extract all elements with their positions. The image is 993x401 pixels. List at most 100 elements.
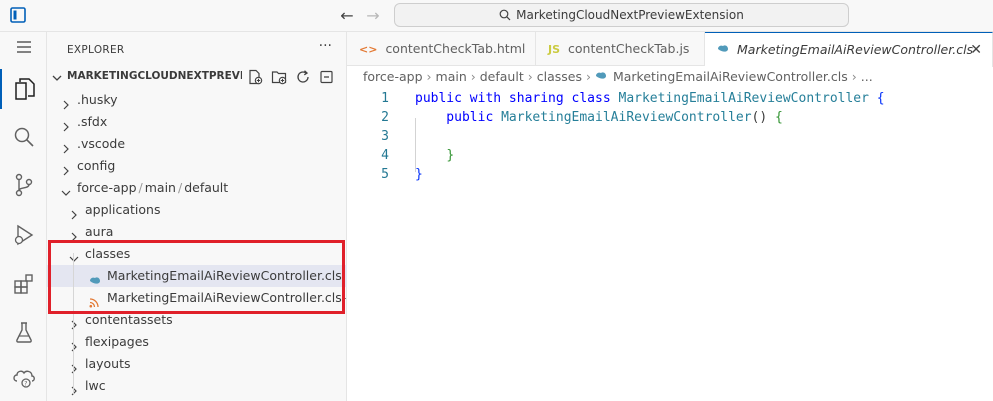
source-control-icon[interactable] [0,165,47,205]
tab-label: MarketingEmailAiReviewController.cls [737,42,974,57]
tree-folder-force-app-main-default[interactable]: force-app / main / default [47,177,347,199]
command-center-search[interactable]: MarketingCloudNextPreviewExtension [394,3,849,27]
activity-bar: ? [0,32,47,401]
chevron-down-icon [61,183,71,196]
svg-text:?: ? [24,381,27,388]
apex-file-icon [717,34,729,68]
chevron-right-icon [69,359,79,374]
salesforce-org-icon[interactable]: ? [0,358,47,398]
indent-guide [415,118,416,172]
code-token: } [446,148,455,163]
tree-folder-sfdx[interactable]: .sfdx [47,111,347,133]
chevron-right-icon [69,337,79,352]
code-token: () [751,110,776,125]
tree-item-label: .vscode [77,136,126,151]
tab-contentchecktab-html[interactable]: <> contentCheckTab.html [347,32,536,66]
tab-contentchecktab-js[interactable]: JS contentCheckTab.js [536,32,705,66]
search-icon [499,9,511,21]
breadcrumb-item[interactable]: ... [861,69,873,84]
close-icon[interactable]: ✕ [970,33,982,67]
tree-folder-flexipages[interactable]: flexipages [47,331,347,353]
breadcrumb-item[interactable]: main [436,69,467,84]
tree-item-label: config [77,158,116,173]
code-token: } [415,167,423,182]
menu-icon[interactable] [0,29,47,65]
extensions-icon[interactable] [0,264,47,304]
code-line[interactable]: } [415,167,423,182]
code-line[interactable]: } [415,148,454,163]
chevron-right-icon [61,139,71,154]
chevron-down-icon [51,69,63,88]
code-editor[interactable]: 1 public with sharing class MarketingEmai… [347,90,993,401]
new-file-icon[interactable] [247,69,263,85]
forward-arrow-icon[interactable]: → [362,5,384,27]
line-number: 4 [381,148,389,163]
editor-tabs: <> contentCheckTab.html JS contentCheckTab.… [347,32,993,67]
collapse-all-icon[interactable] [319,69,335,85]
tree-folder-husky[interactable]: .husky [47,89,347,111]
tab-label: contentCheckTab.js [568,41,690,56]
chevron-right-icon [61,117,71,132]
html-file-icon: <> [359,43,378,56]
tab-marketingemailaireviewcontroller-cls[interactable]: MarketingEmailAiReviewController.cls ✕ [705,32,993,67]
breadcrumb: force-app › main › default › classes › Marketing… [347,66,993,88]
code-token: { [876,91,885,106]
tree-folder-layouts[interactable]: layouts [47,353,347,375]
tree-item-label: applications [85,202,161,217]
tree-item-label: force-app / main / default [77,180,229,195]
chevron-right-icon [61,95,71,110]
breadcrumb-item[interactable]: classes [537,69,582,84]
chevron-right-icon [69,227,79,242]
apex-file-icon [595,69,607,84]
line-number: 3 [381,129,389,144]
chevron-right-icon: › [426,69,432,84]
js-file-icon: JS [548,43,561,56]
chevron-right-icon [69,381,79,396]
sidebar-title: EXPLORER [67,44,125,56]
new-folder-icon[interactable] [271,69,287,85]
tree-item-label: lwc [85,378,106,393]
code-token: MarketingEmailAiReviewController [501,110,752,125]
breadcrumb-item[interactable]: default [480,69,524,84]
annotation-highlight-box [48,240,345,314]
code-token: { [775,110,783,125]
explorer-sidebar: EXPLORER ··· MARKETINGCLOUDNEXTPREVI... … [47,32,347,401]
title-bar: ← → MarketingCloudNextPreviewExtension [0,0,993,32]
chevron-right-icon: › [585,69,591,84]
breadcrumb-item[interactable]: force-app [363,69,423,84]
chevron-right-icon [69,205,79,220]
vscode-logo-icon [10,7,26,23]
workspace-section-header[interactable]: MARKETINGCLOUDNEXTPREVI... [47,66,347,88]
chevron-right-icon: › [470,69,476,84]
tree-folder-lwc[interactable]: lwc [47,375,347,397]
chevron-right-icon: › [851,69,857,84]
run-debug-icon[interactable] [0,215,47,255]
more-actions-icon[interactable]: ··· [319,38,332,54]
tree-item-label: .sfdx [77,114,108,129]
chevron-right-icon: › [527,69,533,84]
search-icon[interactable] [0,117,47,157]
chevron-right-icon [69,315,79,330]
line-number: 5 [381,167,389,182]
back-arrow-icon[interactable]: ← [336,5,358,27]
explorer-icon[interactable] [0,69,47,109]
tree-item-label: .husky [77,92,118,107]
tree-folder-applications[interactable]: applications [47,199,347,221]
breadcrumb-item[interactable]: MarketingEmailAiReviewController.cls [613,69,848,84]
refresh-icon[interactable] [295,69,311,85]
code-token: public with sharing class [415,91,619,106]
line-number: 2 [381,110,389,125]
testing-icon[interactable] [0,312,47,352]
tree-folder-config[interactable]: config [47,155,347,177]
command-center-text: MarketingCloudNextPreviewExtension [516,8,744,22]
code-token: public [415,110,502,125]
code-line[interactable]: public with sharing class MarketingEmail… [415,91,885,106]
tree-folder-vscode[interactable]: .vscode [47,133,347,155]
code-line[interactable]: public MarketingEmailAiReviewController(… [415,110,783,125]
code-token: MarketingEmailAiReviewController [618,91,869,106]
tree-item-label: flexipages [85,334,149,349]
workspace-name: MARKETINGCLOUDNEXTPREVI... [67,70,242,82]
chevron-right-icon [61,161,71,176]
